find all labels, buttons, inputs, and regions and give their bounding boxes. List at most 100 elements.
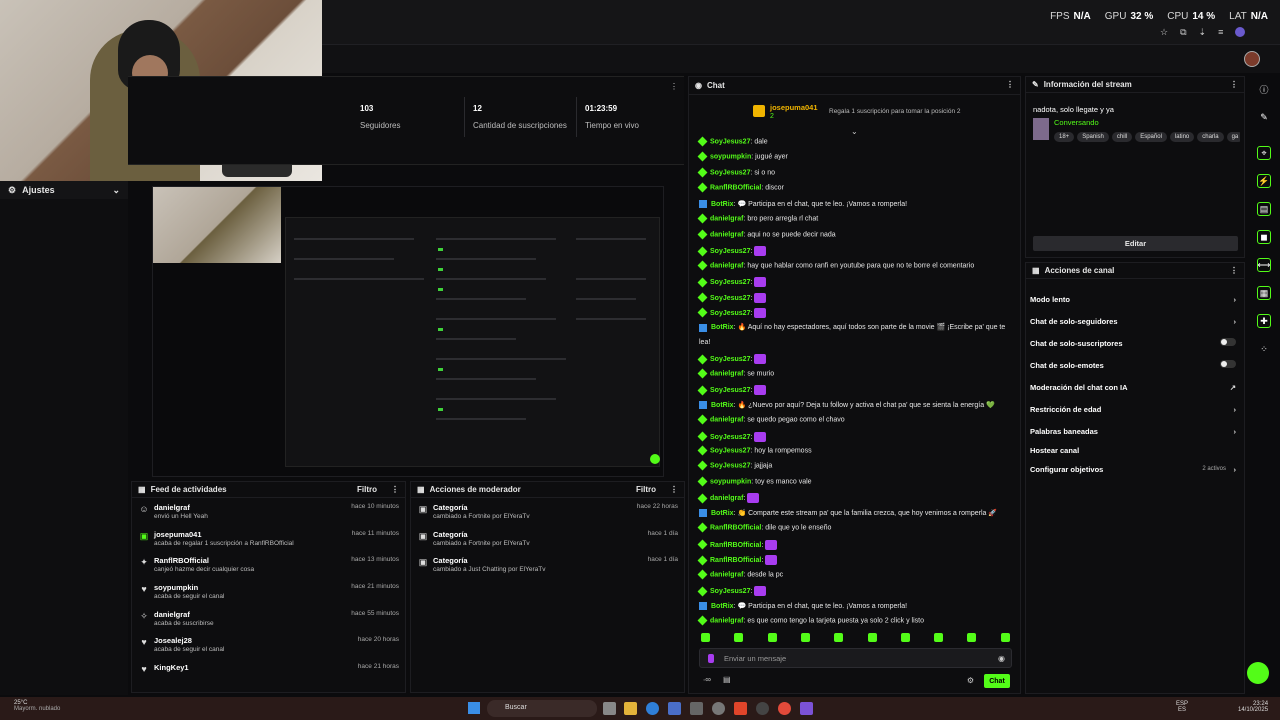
feed-user[interactable]: danielgraf [154,503,190,512]
emote-icon[interactable] [800,633,810,642]
chat-username[interactable]: BotRix [711,402,734,409]
app-icon[interactable] [668,702,681,715]
emote-icon[interactable] [708,654,714,663]
taskview-icon[interactable] [603,702,616,715]
canal-item-solo-seguidores[interactable]: Chat de solo-seguidores › [1030,317,1236,326]
emote-icon[interactable] [934,633,944,642]
chat-username[interactable]: RanflRBOfficial [710,542,761,549]
chat-username[interactable]: SoyJesus27 [710,588,750,595]
chat-username[interactable]: SoyJesus27 [710,138,750,145]
feed-filter-button[interactable]: Filtro [357,485,377,494]
emote-icon[interactable] [1000,633,1010,642]
dots-icon[interactable]: ∙∞ [703,675,711,684]
tag-chip[interactable]: latino [1169,132,1195,142]
chrome-icon[interactable] [778,702,791,715]
send-chat-button[interactable]: Chat [984,674,1010,688]
settings-icon[interactable] [712,702,725,715]
profile-avatar[interactable] [1235,27,1246,37]
tag-chip[interactable]: 18+ [1054,132,1075,142]
weather-widget[interactable]: 25°C Mayorm. nublado [14,700,60,712]
feed-user[interactable]: danielgraf [154,610,190,619]
feed-user[interactable]: RanflRBOfficial [154,556,209,565]
chat-username[interactable]: SoyJesus27 [710,169,750,176]
feed-user[interactable]: KingKey1 [154,663,189,672]
extension-icon[interactable]: ⧉ [1180,27,1186,38]
chat-username[interactable]: BotRix [711,201,734,208]
language-indicator[interactable]: ESP ES [1176,701,1188,713]
canal-item-modo-lento[interactable]: Modo lento › [1030,295,1236,304]
emote-icon[interactable] [867,633,877,642]
canal-item-solo-emotes[interactable]: Chat de solo-emotes [1030,360,1236,370]
emoji-icon[interactable]: ◉ [998,654,1005,663]
canal-item-hostear[interactable]: Hostear canal [1030,446,1236,455]
stream-preview[interactable] [152,186,664,477]
store-icon[interactable] [690,702,703,715]
scroll-down-icon[interactable]: ⌄ [851,127,858,136]
chat-username[interactable]: danielgraf [710,370,743,377]
settings-icon[interactable]: ⚙ [967,676,974,685]
more-icon[interactable]: ⋮ [670,485,678,494]
canal-item-restriccion-edad[interactable]: Restricción de edad › [1030,405,1236,414]
ajustes-header[interactable]: ⚙ Ajustes ⌄ [0,181,128,199]
feed-user[interactable]: Josealej28 [154,636,192,645]
edit-button[interactable]: Editar [1033,236,1238,251]
wrench-icon[interactable]: ✚ [1257,314,1271,328]
tag-chip[interactable]: Spanish [1077,132,1109,142]
discord-icon[interactable] [800,702,813,715]
calendar-icon[interactable]: ▤ [723,675,731,684]
chat-username[interactable]: danielgraf [710,416,743,423]
more-icon[interactable]: ⋮ [1230,266,1238,275]
tag-chip[interactable]: chill [1111,132,1133,142]
chat-username[interactable]: RanflRBOfficial [710,525,761,532]
more-icon[interactable]: ⋮ [670,82,678,91]
emote-icon[interactable] [834,633,844,642]
menu-icon[interactable]: ≡ [1218,27,1223,38]
tag-chip[interactable]: Español [1135,132,1167,142]
emote-icon[interactable] [734,633,744,642]
brave-icon[interactable] [734,702,747,715]
chat-username[interactable]: danielgraf [710,216,743,223]
chat-username[interactable]: SoyJesus27 [710,433,750,440]
more-icon[interactable]: ⋮ [1006,80,1014,89]
obs-icon[interactable] [756,702,769,715]
chat-username[interactable]: BotRix [711,510,734,517]
chat-username[interactable]: RanflRBOfficial [710,185,761,192]
feed-user[interactable]: soypumpkin [154,583,198,592]
canal-item-objetivos[interactable]: Configurar objetivos 2 activos › [1030,465,1236,474]
canal-item-palabras-baneadas[interactable]: Palabras baneadas › [1030,427,1236,436]
chat-username[interactable]: soypumpkin [710,478,751,485]
edge-icon[interactable] [646,702,659,715]
feed-user[interactable]: josepuma041 [154,530,202,539]
pencil-icon[interactable]: ✎ [1257,110,1271,124]
more-icon[interactable]: ⋮ [1230,80,1238,89]
chat-bubble-icon[interactable]: ◼ [1257,230,1271,244]
layout-icon[interactable]: ▦ [1257,286,1271,300]
tag-chip[interactable]: charla [1197,132,1224,142]
document-icon[interactable]: ▤ [1257,202,1271,216]
chat-username[interactable]: BotRix [711,324,734,331]
chat-username[interactable]: danielgraf [710,617,743,624]
canal-item-moderacion-ia[interactable]: Moderación del chat con IA ↗ [1030,383,1236,392]
emote-icon[interactable] [767,633,777,642]
mod-filter-button[interactable]: Filtro [636,485,656,494]
toggle-switch[interactable] [1220,360,1236,368]
chat-username[interactable]: SoyJesus27 [710,356,750,363]
chat-username[interactable]: SoyJesus27 [710,294,750,301]
chat-username[interactable]: RanflRBOfficial [710,557,761,564]
chat-input[interactable]: Enviar un mensaje ◉ [699,648,1012,668]
emote-icon[interactable] [900,633,910,642]
chat-username[interactable]: SoyJesus27 [710,248,750,255]
target-icon[interactable]: ⌖ [1257,146,1271,160]
chat-username[interactable]: SoyJesus27 [710,279,750,286]
canal-item-solo-suscriptores[interactable]: Chat de solo-suscriptores [1030,338,1236,348]
chat-username[interactable]: soypumpkin [710,154,751,161]
taskbar-search[interactable]: Buscar [487,700,597,717]
chat-username[interactable]: SoyJesus27 [710,463,750,470]
chat-username[interactable]: danielgraf [710,231,743,238]
emote-icon[interactable] [967,633,977,642]
star-icon[interactable]: ☆ [1160,27,1168,38]
chat-username[interactable]: BotRix [711,603,734,610]
windows-start-icon[interactable] [468,702,480,714]
bolt-icon[interactable]: ⚡ [1257,174,1271,188]
clock[interactable]: 23:24 14/10/2025 [1238,701,1268,713]
